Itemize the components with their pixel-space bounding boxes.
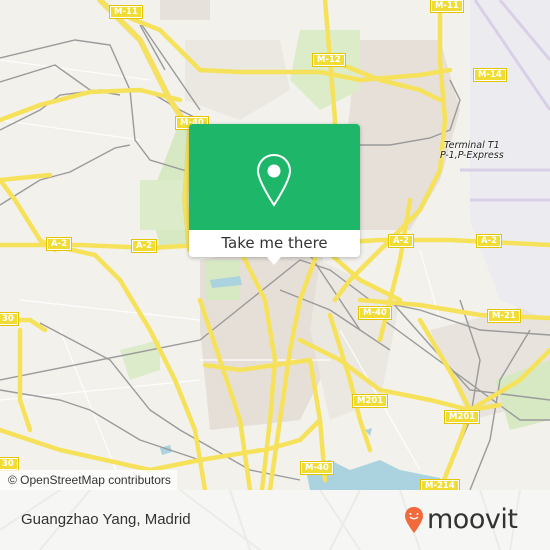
road-shield: M-11 <box>430 0 464 13</box>
moovit-pin-icon <box>405 507 423 533</box>
brand-name: moovit <box>427 504 518 535</box>
road-shield: A-2 <box>387 234 415 248</box>
road-shield: M-214 <box>420 479 460 490</box>
road-shield: M-40 <box>300 461 334 475</box>
footer-bar: Guangzhao Yang, Madrid moovit <box>0 490 550 550</box>
road-shield: M-11 <box>109 5 143 19</box>
road-shield: 30 <box>0 457 19 471</box>
road-shield: A-2 <box>130 239 158 253</box>
road-shield: 30 <box>0 312 19 326</box>
take-me-there-label[interactable]: Take me there <box>189 232 360 254</box>
place-name: Guangzhao Yang, Madrid <box>21 511 191 528</box>
road-shield: M201 <box>351 394 389 408</box>
poi-label-line2: P-1,P-Express <box>440 150 504 161</box>
map-view[interactable]: M-11 M-11 M-12 M-14 M-40 A-2 A-2 A-2 A-2… <box>0 0 550 490</box>
location-popup[interactable]: Take me there <box>189 124 360 265</box>
road-shield: M-14 <box>473 68 507 82</box>
road-shield: A-2 <box>475 234 503 248</box>
road-shield: M-40 <box>358 306 392 320</box>
road-shield: M-12 <box>312 53 346 67</box>
poi-label-terminal: Terminal T1 P-1,P-Express <box>440 141 504 161</box>
popup-tail <box>267 257 281 265</box>
road-shield: A-2 <box>45 237 73 251</box>
road-shield: M201 <box>443 410 481 424</box>
road-shield: M-21 <box>487 309 521 323</box>
map-attribution[interactable]: © OpenStreetMap contributors <box>0 470 177 490</box>
map-pin-icon <box>256 153 292 207</box>
